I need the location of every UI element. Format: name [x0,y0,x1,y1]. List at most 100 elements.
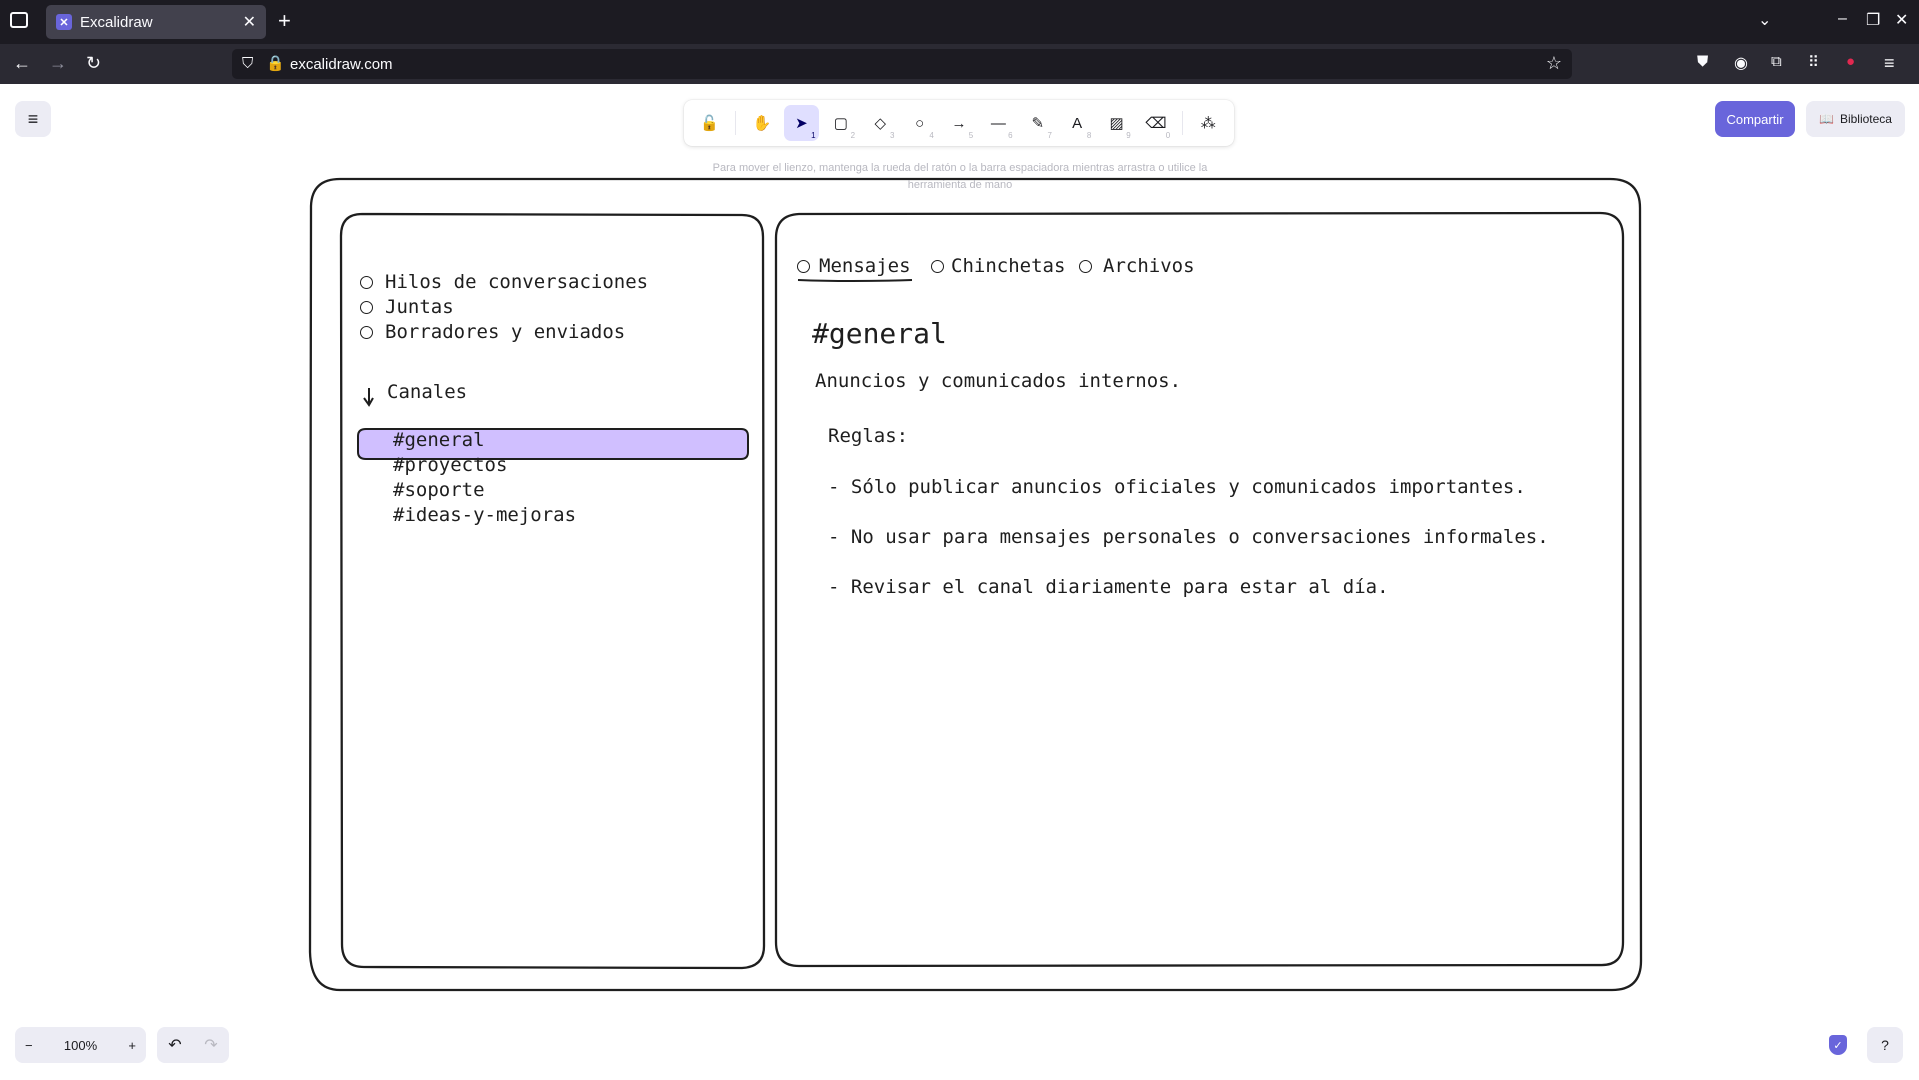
circle-icon [931,260,944,273]
chevron-down-icon[interactable]: ⌄ [1758,10,1771,30]
question-icon: ? [1881,1037,1889,1053]
history-controls: ↶ ↷ [157,1027,229,1063]
address-bar[interactable]: ⛉ 🔒 excalidraw.com ☆ [232,49,1572,79]
circle-icon [1079,260,1092,273]
help-button[interactable]: ? [1867,1027,1903,1063]
reload-icon[interactable]: ↻ [86,53,101,74]
minimize-icon[interactable]: – [1838,10,1847,28]
nav-label: Juntas [385,296,454,318]
excalidraw-app: ≡ 🔓 ✋ ➤ 1 ▢ 2 ◇ 3 ○ 4 → 5—6 ✎ 7 A 8 ▨ 9 ⌫ 0 ⁂ Para mover el … [0,84,1919,1080]
ellipse-icon[interactable]: ○ 4 [902,105,936,141]
zoom-controls: − 100% + [15,1027,146,1063]
zoom-in-button[interactable]: + [128,1038,136,1053]
tab-label: Mensajes [819,255,911,277]
arrow-icon[interactable]: → 5 [942,105,976,141]
hamburger-menu-icon[interactable]: ≡ [1884,53,1895,74]
forward-icon[interactable]: → [49,53,67,74]
rule-item[interactable]: - Revisar el canal diariamente para esta… [828,576,1389,598]
sidebar-nav-item[interactable]: Hilos de conversaciones [360,271,648,293]
toolbar-separator [1181,111,1183,135]
canvas-hint: Para mover el lienzo, mantenga la rueda … [712,162,1208,191]
channels-header[interactable]: Canales [387,381,467,403]
shortcut-key: 4 [929,131,934,140]
diamond-icon[interactable]: ◇ 3 [863,105,897,141]
extensions-icon[interactable]: ⧉ [1771,53,1782,70]
nav-label: Hilos de conversaciones [385,271,649,293]
browser-nav-bar: ← → ↻ ⛉ 🔒 excalidraw.com ☆ ⛊ ◉ ⧉ ⠿ ● ≡ [0,44,1919,84]
shortcut-key: 6 [1008,131,1013,140]
url-text[interactable]: excalidraw.com [290,56,393,73]
shape-toolbar: 🔓 ✋ ➤ 1 ▢ 2 ◇ 3 ○ 4 → 5—6 ✎ 7 A 8 ▨ 9 ⌫ 0 ⁂ [684,100,1234,146]
tracking-shield-icon[interactable]: ⛉ [242,55,253,72]
channel-item-general[interactable]: #general [393,429,485,451]
restore-icon[interactable]: ❐ [1866,10,1880,30]
lock-icon[interactable]: 🔒 [266,54,285,72]
hand-icon[interactable]: ✋ [745,105,779,141]
shortcut-key: 7 [1047,131,1052,140]
channel-item-ideas-y-mejoras[interactable]: #ideas-y-mejoras [393,504,576,526]
shortcut-key: 5 [968,131,974,140]
library-label: Biblioteca [1839,112,1892,126]
zoom-out-button[interactable]: − [25,1038,33,1053]
browser-tab-bar: ✕ Excalidraw ✕ + ⌄ – ❐ ✕ [0,0,1919,44]
zoom-level[interactable]: 100% [64,1038,97,1053]
undo-icon[interactable]: ↶ [168,1035,181,1055]
tab-chinchetas[interactable]: Chinchetas [931,255,1065,277]
channels-arrow-icon [363,388,374,407]
close-tab-icon[interactable]: ✕ [243,12,256,32]
library-button[interactable]: 📖 Biblioteca [1806,101,1905,137]
tab-label: Chinchetas [951,255,1066,277]
close-window-icon[interactable]: ✕ [1895,10,1908,30]
channel-title[interactable]: #general [812,317,947,350]
new-tab-icon[interactable]: + [278,8,291,34]
hamburger-icon: ≡ [27,108,39,129]
tab-archivos[interactable]: Archivos [1079,255,1195,277]
main-menu-button[interactable]: ≡ [15,101,51,137]
lock-icon[interactable]: 🔓 [693,105,727,141]
apps-grid-icon[interactable]: ⠿ [1808,53,1819,71]
shortcut-key: 2 [850,131,856,140]
tab-list-icon[interactable] [10,12,28,28]
tab-mensajes[interactable]: Mensajes [797,255,911,277]
circle-icon [360,276,373,289]
active-tab-underline [797,279,913,282]
pocket-icon[interactable]: ⛊ [1697,53,1708,70]
back-icon[interactable]: ← [13,53,31,74]
channel-description[interactable]: Anuncios y comunicados internos. [815,370,1181,392]
nav-label: Borradores y enviados [385,321,626,343]
channel-item-proyectos[interactable]: #proyectos [393,454,507,476]
extra-tools-icon[interactable]: ⁂ [1191,105,1225,141]
sidebar-nav-item[interactable]: Juntas [360,296,454,318]
selection-icon[interactable]: ➤ 1 [784,105,819,141]
bookmark-star-icon[interactable]: ☆ [1546,53,1562,74]
excalidraw-icon: ✕ [56,14,72,30]
circle-icon [360,301,373,314]
channel-item-soporte[interactable]: #soporte [393,479,485,501]
tab-label: Archivos [1103,255,1195,277]
shield-check-icon[interactable]: ✓ [1829,1035,1847,1055]
rule-item[interactable]: - No usar para mensajes personales o con… [828,526,1549,548]
shortcut-key: 8 [1086,131,1092,140]
browser-tab[interactable]: ✕ Excalidraw ✕ [46,5,266,39]
rules-title[interactable]: Reglas: [828,425,908,447]
circle-icon [797,260,810,273]
shortcut-key: 1 [811,131,816,140]
circle-icon [360,326,373,339]
toolbar-separator [735,111,737,135]
share-button[interactable]: Compartir [1715,101,1795,137]
redo-icon[interactable]: ↷ [204,1035,217,1055]
rule-item[interactable]: - Sólo publicar anuncios oficiales y com… [828,476,1526,498]
image-icon[interactable]: ▨ 9 [1099,105,1133,141]
shortcut-key: 0 [1165,131,1171,140]
rectangle-icon[interactable]: ▢ 2 [824,105,858,141]
line-icon[interactable]: —6 [981,105,1015,141]
sidebar-nav-item[interactable]: Borradores y enviados [360,321,625,343]
pencil-icon[interactable]: ✎ 7 [1021,105,1055,141]
account-icon[interactable]: ◉ [1734,53,1748,73]
shortcut-key: 3 [889,131,895,140]
eraser-icon[interactable]: ⌫ 0 [1139,105,1173,141]
tab-title: Excalidraw [80,13,153,31]
shortcut-key: 9 [1126,131,1131,140]
text-icon[interactable]: A8 [1060,105,1094,141]
addon-icon[interactable]: ● [1846,53,1855,70]
